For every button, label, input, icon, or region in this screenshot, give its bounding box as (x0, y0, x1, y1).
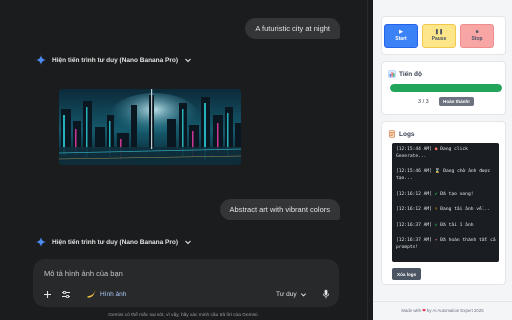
image-tool-chip[interactable]: Hình ảnh (82, 287, 130, 301)
chevron-down-icon (185, 58, 191, 63)
user-message: Abstract art with vibrant colors (219, 199, 340, 220)
pause-label: Pause (431, 36, 447, 42)
log-entry: [12:16:12 AM] ⬇ Đang tải ảnh về... (396, 206, 496, 213)
heart-icon: ❤ (422, 308, 426, 313)
hourglass-icon: ⌛ (431, 169, 444, 174)
log-entry: [12:16:37 AM] ✔ Đã tải 1 ảnh (396, 222, 496, 229)
logs-title: Logs (399, 130, 415, 138)
start-button[interactable]: ▶ Start (384, 24, 418, 48)
log-entry: [12:15:44 AM] ● Đang click Generate... (396, 146, 496, 160)
panel-footer: Made with ❤ by AI Automation Expert 2025 (373, 308, 512, 314)
log-timestamp: [12:16:12 AM] (396, 207, 432, 212)
mode-select[interactable]: Tư duy (276, 287, 307, 301)
clear-logs-button[interactable]: Xóa logs (392, 268, 422, 280)
plus-icon (43, 290, 51, 298)
progress-title: Tiến độ (399, 70, 422, 78)
progress-count: 3 / 3 (418, 99, 429, 105)
log-entry: [12:16:37 AM] ✦ Đã hoàn thành tất cả pro… (396, 237, 496, 251)
gemini-sparkle-icon (36, 237, 46, 247)
stop-icon: ■ (475, 29, 479, 35)
automation-panel: ▶ Start ❚❚ Pause ■ Stop Tiến độ 3 / 3 Ho… (373, 0, 512, 320)
controls-card: ▶ Start ❚❚ Pause ■ Stop (381, 16, 506, 55)
scroll-icon (388, 130, 396, 138)
log-console[interactable]: [12:15:44 AM] ● Đang click Generate... [1… (392, 143, 499, 262)
progress-bar-fill (390, 84, 502, 92)
generated-image[interactable] (59, 89, 241, 165)
log-timestamp: [12:15:44 AM] (396, 147, 432, 152)
play-icon: ▶ (399, 29, 403, 35)
tools-button[interactable] (60, 288, 72, 300)
image-chip-label: Hình ảnh (100, 290, 127, 298)
thinking-toggle[interactable]: Hiện tiến trình tư duy (Nano Banana Pro) (36, 236, 192, 248)
chevron-down-icon (185, 240, 191, 245)
chat-pane: A futuristic city at night Hiện tiến trì… (0, 0, 367, 320)
log-text: Đã tải 1 ảnh (440, 223, 474, 228)
gemini-sparkle-icon (36, 55, 46, 65)
add-button[interactable] (41, 288, 53, 300)
prompt-input[interactable] (44, 266, 304, 280)
log-timestamp: [12:15:46 AM] (396, 169, 432, 174)
thinking-toggle[interactable]: Hiện tiến trình tư duy (Nano Banana Pro) (36, 54, 192, 66)
thinking-label: Hiện tiến trình tư duy (Nano Banana Pro) (52, 56, 179, 64)
progress-heading: Tiến độ (388, 70, 422, 78)
log-timestamp: [12:16:37 AM] (396, 238, 432, 243)
pause-icon: ❚❚ (434, 29, 444, 35)
stop-button[interactable]: ■ Stop (460, 24, 494, 48)
logs-heading: Logs (388, 130, 415, 138)
footer-suffix: by AI Automation Expert 2025 (426, 308, 484, 313)
status-badge: Hoàn thành! (439, 97, 474, 106)
progress-bar (390, 84, 502, 92)
log-timestamp: [12:16:37 AM] (396, 223, 432, 228)
log-timestamp: [12:16:12 AM] (396, 192, 432, 197)
log-entry: [12:16:12 AM] ✔ Đã tạo xong! (396, 191, 496, 198)
progress-card: Tiến độ 3 / 3 Hoàn thành! (381, 61, 506, 115)
bar-chart-icon (388, 70, 396, 78)
stop-label: Stop (471, 36, 483, 42)
logs-card: Logs [12:15:44 AM] ● Đang click Generate… (381, 121, 506, 285)
footer-prefix: Made with (401, 308, 421, 313)
prompt-composer: Hình ảnh Tư duy (33, 259, 339, 307)
microphone-icon (322, 289, 330, 299)
pause-button[interactable]: ❚❚ Pause (422, 24, 456, 48)
sliders-icon (62, 290, 70, 298)
log-text: Đã tạo xong! (440, 192, 474, 197)
log-entry: [12:15:46 AM] ⌛ Đang chờ ảnh được tạo... (396, 168, 496, 182)
user-message: A futuristic city at night (245, 18, 340, 39)
log-text: Đang tải ảnh về... (440, 207, 491, 212)
mode-label: Tư duy (276, 290, 297, 298)
thinking-label: Hiện tiến trình tư duy (Nano Banana Pro) (52, 238, 179, 246)
panel-divider (373, 301, 512, 302)
microphone-button[interactable] (320, 288, 332, 300)
banana-icon (87, 290, 96, 298)
chevron-down-icon (300, 292, 306, 296)
start-label: Start (395, 36, 407, 42)
disclaimer-text: Gemini có thể mắc sai sót, vì vậy, hãy x… (108, 313, 259, 318)
